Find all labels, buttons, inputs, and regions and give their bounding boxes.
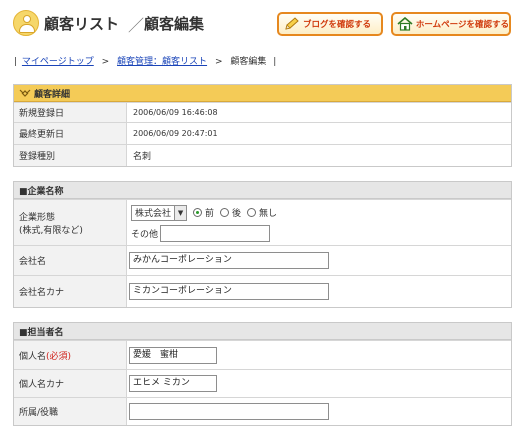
- breadcrumb-current: 顧客編集: [230, 57, 267, 67]
- chevron-down-icon: ▼: [174, 205, 187, 220]
- person-name-row: 個人名 (必須) 愛媛 蜜柑: [14, 340, 511, 369]
- check-homepage-label: ホームページを確認する: [415, 20, 509, 30]
- check-blog-label: ブログを確認する: [303, 20, 372, 30]
- company-form-row: 企業形態 (株式,有限など) 株式会社 ▼ 前 後 無し その他: [14, 199, 511, 245]
- radio-position-before[interactable]: 前: [193, 206, 214, 219]
- other-label: その他: [131, 229, 159, 240]
- other-input[interactable]: [160, 224, 271, 242]
- pencil-icon: [283, 16, 301, 32]
- detail-row-updated: 最終更新日 2006/06/09 20:47:01: [14, 122, 511, 144]
- page-subtitle: 顧客編集: [144, 15, 205, 33]
- company-kana-label: 会社名カナ: [14, 276, 127, 307]
- person-name-label: 個人名 (必須): [14, 341, 127, 369]
- check-homepage-button[interactable]: ホームページを確認する: [391, 12, 511, 36]
- company-name-label: 会社名: [14, 246, 127, 275]
- breadcrumb: | マイページトップ > 顧客管理：顧客リスト > 顧客編集 |: [14, 57, 277, 67]
- breadcrumb-mypage-top[interactable]: マイページトップ: [22, 57, 94, 67]
- detail-row-type: 登録種別 名刺: [14, 144, 511, 166]
- detail-row-created: 新規登録日 2006/06/09 16:46:08: [14, 102, 511, 122]
- company-heading: ■企業名称: [14, 182, 511, 199]
- company-name-row: 会社名 みかんコーポレーション: [14, 245, 511, 275]
- home-icon: [397, 16, 414, 32]
- created-label: 新規登録日: [14, 103, 127, 122]
- contact-heading: ■担当者名: [14, 323, 511, 340]
- person-kana-input[interactable]: エヒメ ミカン: [129, 375, 217, 392]
- contact-section: ■担当者名 個人名 (必須) 愛媛 蜜柑 個人名カナ エヒメ ミカン 所属/役職: [13, 322, 512, 426]
- company-section: ■企業名称 企業形態 (株式,有限など) 株式会社 ▼ 前 後 無し その他 会…: [13, 181, 512, 308]
- required-mark: (必須): [46, 351, 72, 362]
- updated-label: 最終更新日: [14, 123, 127, 144]
- check-blog-button[interactable]: ブログを確認する: [277, 12, 383, 36]
- radio-position-none[interactable]: 無し: [247, 206, 277, 219]
- page-title: 顧客リスト: [44, 15, 120, 33]
- person-kana-row: 個人名カナ エヒメ ミカン: [14, 369, 511, 397]
- type-label: 登録種別: [14, 145, 127, 166]
- created-value: 2006/06/09 16:46:08: [133, 108, 218, 117]
- person-name-input[interactable]: 愛媛 蜜柑: [129, 346, 217, 364]
- company-form-label: 企業形態 (株式,有限など): [14, 200, 127, 245]
- type-value: 名刺: [133, 152, 152, 162]
- dept-row: 所属/役職: [14, 397, 511, 425]
- dept-input[interactable]: [129, 403, 329, 420]
- breadcrumb-customer-list[interactable]: 顧客管理：顧客リスト: [117, 57, 207, 67]
- dept-label: 所属/役職: [14, 398, 127, 425]
- user-icon: [13, 10, 39, 36]
- company-name-input[interactable]: みかんコーポレーション: [129, 252, 329, 269]
- customer-detail-section: 顧客詳細 新規登録日 2006/06/09 16:46:08 最終更新日 200…: [13, 84, 512, 167]
- wing-icon: [19, 89, 31, 97]
- person-kana-label: 個人名カナ: [14, 370, 127, 397]
- radio-selected-icon: [193, 208, 203, 217]
- radio-position-after[interactable]: 後: [220, 206, 241, 219]
- company-kana-row: 会社名カナ ミカンコーポレーション: [14, 275, 511, 307]
- radio-unselected-icon: [220, 208, 230, 217]
- radio-unselected-icon: [247, 208, 257, 217]
- customer-detail-heading: 顧客詳細: [14, 85, 511, 102]
- updated-value: 2006/06/09 20:47:01: [133, 129, 218, 138]
- company-kana-input[interactable]: ミカンコーポレーション: [129, 283, 329, 300]
- company-form-select[interactable]: 株式会社 ▼: [131, 204, 188, 221]
- title-separator: ／: [128, 16, 145, 35]
